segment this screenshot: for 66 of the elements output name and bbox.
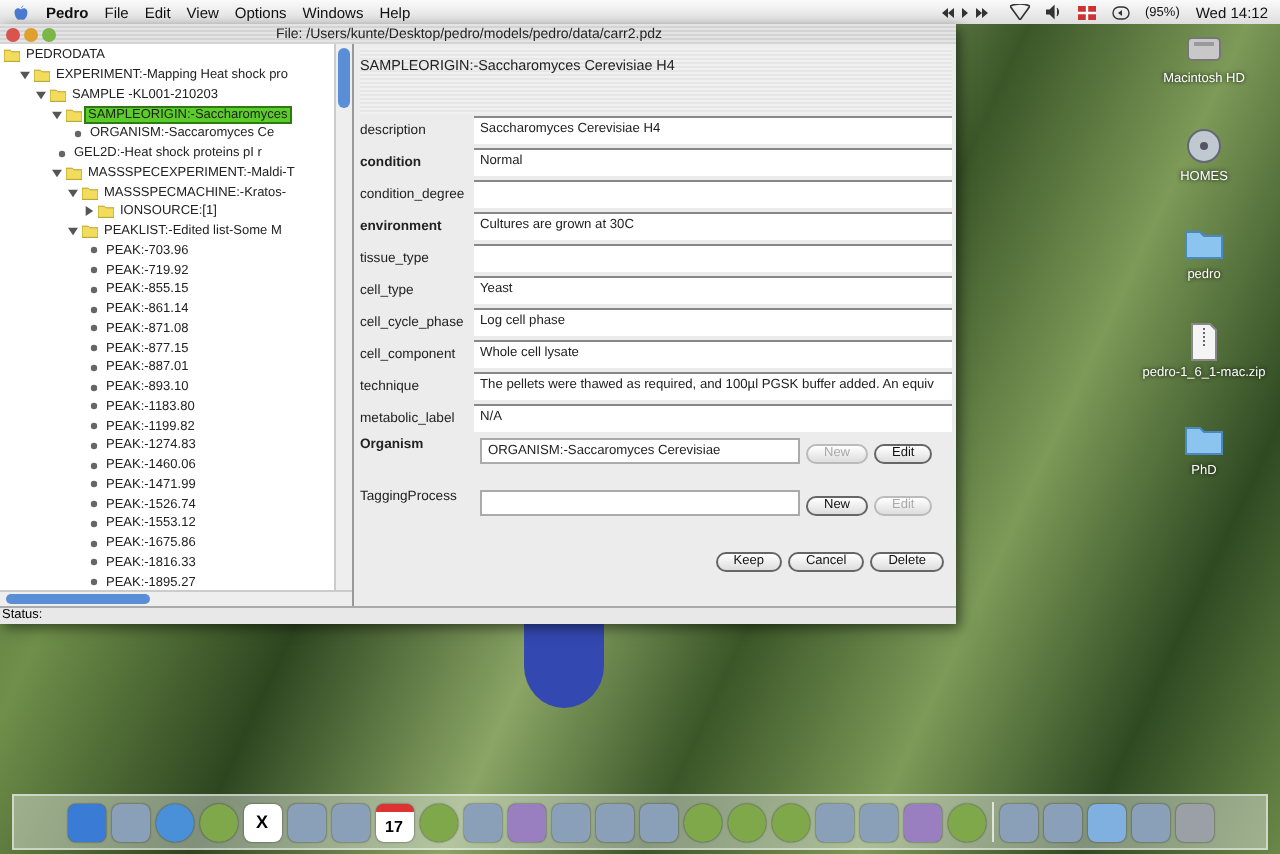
dock-app-icon[interactable] <box>551 803 589 841</box>
disclosure-triangle-icon[interactable] <box>84 206 94 217</box>
bullet-icon <box>90 266 98 275</box>
dock-app-icon[interactable] <box>1131 803 1169 841</box>
dock-app-icon[interactable] <box>287 803 325 841</box>
dock-app-icon[interactable] <box>947 803 985 841</box>
disclosure-triangle-icon[interactable] <box>52 109 62 120</box>
dock-app-icon[interactable] <box>683 803 721 841</box>
bullet-icon <box>90 558 98 567</box>
bullet-icon <box>90 461 98 470</box>
bullet-icon <box>90 519 98 528</box>
text-field[interactable] <box>474 244 952 272</box>
bullet-icon <box>90 539 98 548</box>
disclosure-triangle-icon[interactable] <box>20 70 30 81</box>
bullet-icon <box>90 344 98 353</box>
bullet-icon <box>90 285 98 294</box>
horizontal-scrollbar[interactable] <box>0 590 352 606</box>
bullet-icon <box>90 324 98 333</box>
bullet-icon <box>90 578 98 587</box>
dock-app-icon[interactable] <box>903 803 941 841</box>
dock-app-icon[interactable] <box>999 803 1037 841</box>
volume-icon[interactable] <box>1045 4 1062 20</box>
bullet-icon <box>74 129 82 138</box>
text-field[interactable] <box>474 180 952 208</box>
bullet-icon <box>90 402 98 411</box>
dock-app-icon[interactable] <box>771 803 809 841</box>
disclosure-triangle-icon[interactable] <box>68 226 78 237</box>
flag-icon[interactable] <box>1077 5 1096 19</box>
vertical-scrollbar[interactable] <box>334 44 352 590</box>
dock-app-icon[interactable] <box>111 803 149 841</box>
bullet-icon <box>90 500 98 509</box>
dock-app-icon[interactable] <box>595 803 633 841</box>
apple-menu-icon[interactable] <box>12 3 30 21</box>
bullet-icon <box>58 149 66 158</box>
bullet-icon <box>90 305 98 314</box>
bullet-icon <box>90 422 98 431</box>
flower-photo-placeholder <box>524 624 604 708</box>
dock-app-icon[interactable]: 17 <box>375 803 413 841</box>
zoom-icon[interactable] <box>42 27 56 41</box>
text-field[interactable] <box>480 490 800 516</box>
bullet-icon <box>90 383 98 392</box>
dock-app-icon[interactable] <box>727 803 765 841</box>
disclosure-triangle-icon[interactable] <box>68 187 78 198</box>
dock-app-icon[interactable] <box>155 803 193 841</box>
dock-app-icon[interactable] <box>507 803 545 841</box>
minimize-icon[interactable] <box>24 27 38 41</box>
close-icon[interactable] <box>6 27 20 41</box>
dock-app-icon[interactable]: X <box>243 803 281 841</box>
dock-app-icon[interactable] <box>67 803 105 841</box>
dock-app-icon[interactable] <box>419 803 457 841</box>
dock-app-icon[interactable] <box>331 803 369 841</box>
dock-app-icon[interactable] <box>859 803 897 841</box>
disclosure-triangle-icon[interactable] <box>36 89 46 100</box>
bullet-icon <box>90 480 98 489</box>
dock-app-icon[interactable] <box>463 803 501 841</box>
dock-app-icon[interactable] <box>639 803 677 841</box>
bullet-icon <box>90 246 98 255</box>
dock-app-icon[interactable] <box>199 803 237 841</box>
bullet-icon <box>90 441 98 450</box>
disclosure-triangle-icon[interactable] <box>52 167 62 178</box>
dock-app-icon[interactable] <box>815 803 853 841</box>
bullet-icon <box>90 363 98 372</box>
wifi-icon[interactable] <box>1009 4 1030 20</box>
dock-app-icon[interactable] <box>1043 803 1081 841</box>
battery-icon[interactable] <box>1111 5 1130 19</box>
disk-icon[interactable] <box>1184 126 1224 166</box>
